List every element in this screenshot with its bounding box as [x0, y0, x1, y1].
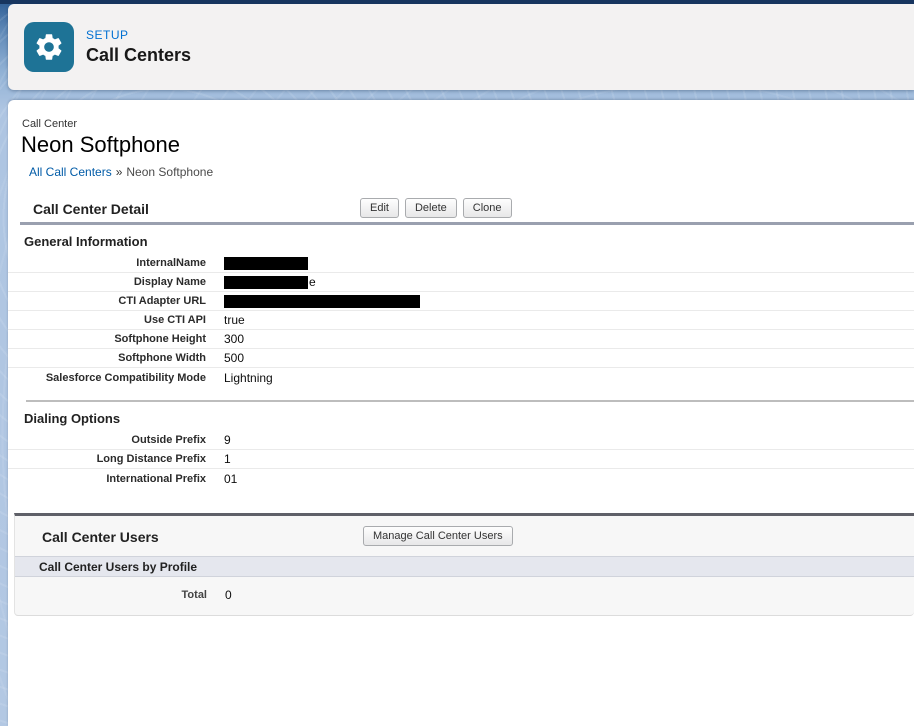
field-label: CTI Adapter URL [8, 295, 206, 307]
redaction-bar [224, 295, 420, 308]
redaction-bar [224, 276, 308, 289]
users-by-profile-subheader-bar: Call Center Users by Profile [15, 556, 914, 577]
field-value: 1 [224, 452, 231, 466]
field-value: 300 [224, 332, 244, 346]
related-list-button-group: Manage Call Center Users [363, 526, 513, 546]
field-value: true [224, 313, 245, 327]
field-row-display-name: Display Name e [8, 273, 914, 292]
field-value: Lightning [224, 371, 273, 385]
field-row-outside-prefix: Outside Prefix 9 [8, 431, 914, 450]
section-title-general-information: General Information [24, 234, 914, 249]
field-label: International Prefix [8, 473, 206, 485]
total-label: Total [15, 589, 207, 601]
total-value: 0 [225, 588, 232, 602]
detail-header-rule [20, 222, 914, 225]
delete-button[interactable]: Delete [405, 198, 457, 218]
breadcrumb-separator: » [116, 165, 123, 179]
field-value: 500 [224, 351, 244, 365]
field-label: InternalName [8, 257, 206, 269]
redaction-bar [224, 257, 308, 270]
setup-page-title: Call Centers [86, 45, 191, 66]
main-content-card: Call Center Neon Softphone All Call Cent… [8, 100, 914, 726]
field-value [224, 257, 308, 270]
manage-call-center-users-button[interactable]: Manage Call Center Users [363, 526, 513, 546]
field-value [224, 295, 420, 308]
call-center-users-related-list: Call Center Users Manage Call Center Use… [14, 513, 914, 616]
field-label: Use CTI API [8, 314, 206, 326]
field-row-internal-name: InternalName [8, 254, 914, 273]
gear-icon-glyph [33, 31, 65, 63]
field-label: Long Distance Prefix [8, 453, 206, 465]
breadcrumb: All Call Centers »Neon Softphone [29, 165, 914, 179]
record-title: Neon Softphone [21, 132, 914, 158]
dialing-options-rows: Outside Prefix 9 Long Distance Prefix 1 … [8, 431, 914, 488]
field-value: 01 [224, 472, 237, 486]
field-value: 9 [224, 433, 231, 447]
field-label: Display Name [8, 276, 206, 288]
field-value: e [224, 275, 316, 289]
field-label: Softphone Height [8, 333, 206, 345]
field-row-international-prefix: International Prefix 01 [8, 469, 914, 488]
field-row-use-cti-api: Use CTI API true [8, 311, 914, 330]
object-type-label: Call Center [22, 118, 914, 130]
breadcrumb-all-call-centers-link[interactable]: All Call Centers [29, 165, 112, 179]
detail-button-group: Edit Delete Clone [360, 198, 512, 218]
related-list-header: Call Center Users Manage Call Center Use… [15, 516, 914, 556]
field-label: Salesforce Compatibility Mode [8, 372, 206, 384]
field-row-long-distance-prefix: Long Distance Prefix 1 [8, 450, 914, 469]
clone-button[interactable]: Clone [463, 198, 512, 218]
section-title-dialing-options: Dialing Options [24, 411, 914, 426]
setup-page-header: SETUP Call Centers [8, 4, 914, 90]
edit-button[interactable]: Edit [360, 198, 399, 218]
gear-icon [24, 22, 74, 72]
field-label: Outside Prefix [8, 434, 206, 446]
field-row-softphone-height: Softphone Height 300 [8, 330, 914, 349]
section-divider [26, 400, 914, 402]
field-label: Softphone Width [8, 352, 206, 364]
field-row-softphone-width: Softphone Width 500 [8, 349, 914, 368]
users-by-profile-subheader: Call Center Users by Profile [39, 560, 197, 574]
general-information-rows: InternalName Display Name e CTI Adapter … [8, 254, 914, 387]
field-row-cti-adapter-url: CTI Adapter URL [8, 292, 914, 311]
setup-eyebrow: SETUP [86, 28, 191, 42]
total-row: Total 0 [15, 585, 914, 604]
field-row-salesforce-compatibility-mode: Salesforce Compatibility Mode Lightning [8, 368, 914, 387]
top-navy-strip [0, 0, 914, 4]
field-value-suffix: e [309, 275, 316, 289]
breadcrumb-current: Neon Softphone [126, 165, 213, 179]
detail-block-header: Call Center Detail Edit Delete Clone [8, 198, 914, 222]
